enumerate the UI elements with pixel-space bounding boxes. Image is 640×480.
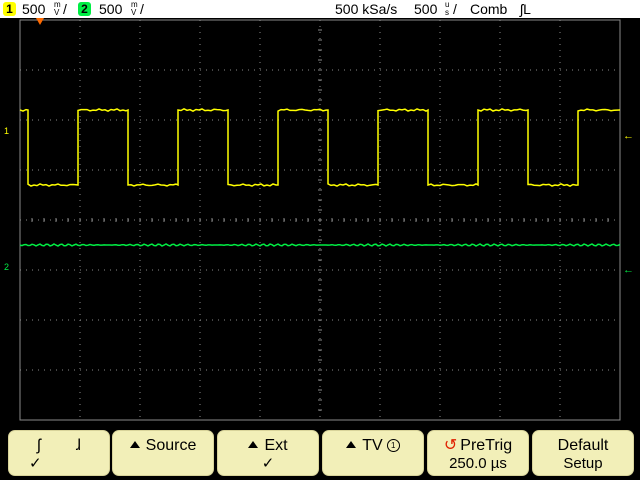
source-label: Source: [145, 437, 197, 454]
rising-edge-icon: ʃ: [37, 437, 41, 454]
channel1-badge[interactable]: 1: [3, 2, 16, 16]
tv-label: TV: [362, 437, 383, 454]
tv-badge: 1: [386, 439, 400, 452]
channel1-unit: mV: [54, 0, 61, 17]
menu-up-arrow-icon: [346, 441, 357, 448]
trigger-status[interactable]: ʃL: [520, 0, 531, 18]
channel2-waveform: [19, 243, 621, 247]
falling-edge-icon: ɺ: [75, 437, 81, 454]
channel2-scale[interactable]: 500: [99, 0, 122, 18]
check-icon: ✓: [261, 455, 275, 472]
graticule: [19, 19, 621, 421]
channel1-ground-marker[interactable]: 1: [4, 126, 9, 136]
waveform-display[interactable]: 1 2 ← ←: [0, 18, 640, 422]
tv-softkey[interactable]: TV 1: [322, 430, 424, 476]
acquisition-mode[interactable]: Comb: [470, 0, 507, 18]
channel2-level-arrow-icon: ←: [623, 264, 634, 276]
ext-softkey[interactable]: Ext ✓: [217, 430, 319, 476]
channel2-unit: mV: [131, 0, 138, 17]
trigger-position-marker[interactable]: [36, 18, 44, 25]
timebase-unit-slash: /: [453, 1, 457, 17]
timebase-unit: us: [445, 0, 450, 17]
menu-up-arrow-icon: [129, 441, 140, 448]
default-setup-softkey[interactable]: Default Setup: [532, 430, 634, 476]
graticule-grid: [19, 19, 621, 421]
check-icon: ✓: [29, 455, 42, 472]
default-setup-label-1: Default: [557, 437, 609, 454]
pretrig-value: 250.0 µs: [449, 455, 507, 472]
default-setup-label-2: Setup: [563, 455, 603, 472]
channel2-badge[interactable]: 2: [78, 2, 91, 16]
sample-rate: 500 kSa/s: [335, 1, 398, 17]
pretrig-label: PreTrig: [460, 437, 513, 454]
pretrig-softkey[interactable]: ↺ PreTrig 250.0 µs: [427, 430, 529, 476]
timebase-scale[interactable]: 500: [414, 0, 437, 18]
menu-up-arrow-icon: [248, 441, 259, 448]
rotate-knob-icon: ↺: [443, 437, 458, 454]
source-softkey[interactable]: Source: [112, 430, 214, 476]
status-bar: 1 500 mV / 2 500 mV / 500 kSa/s 500 us /…: [0, 0, 640, 18]
channel2-ground-marker[interactable]: 2: [4, 262, 9, 272]
softkey-bar: ʃ ɺ ✓ Source Ext ✓ TV 1 ↺ PreTrig 250.0 µs…: [0, 422, 640, 480]
slope-softkey[interactable]: ʃ ɺ ✓: [8, 430, 110, 476]
channel2-unit-slash: /: [140, 1, 144, 17]
ext-label: Ext: [264, 437, 288, 454]
channel1-scale[interactable]: 500: [22, 0, 45, 18]
channel1-unit-slash: /: [63, 1, 67, 17]
channel1-level-arrow-icon: ←: [623, 130, 634, 142]
